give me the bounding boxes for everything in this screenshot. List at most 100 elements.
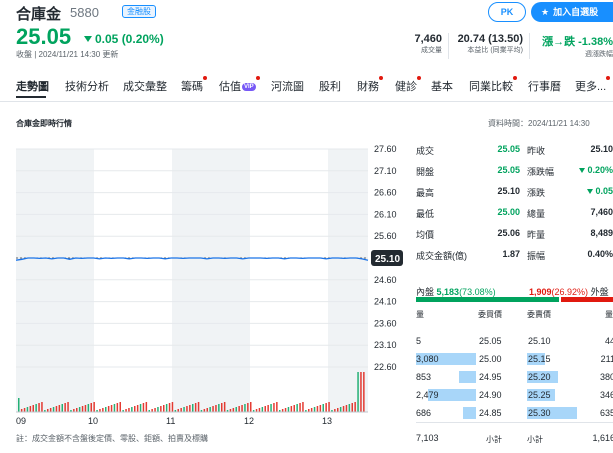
volume-bar <box>189 405 191 412</box>
volume-bar <box>313 407 316 412</box>
quote-value: 0.20% <box>566 165 613 175</box>
x-tick-label: 09 <box>16 416 26 426</box>
volume-bar <box>67 402 69 412</box>
volume-bar <box>250 402 252 412</box>
volume-bar <box>87 404 90 412</box>
volume-bar <box>351 403 353 412</box>
volume-bar <box>357 372 359 412</box>
ask-price: 25.25 <box>528 390 551 400</box>
volume-bar <box>38 403 40 412</box>
tab-bar: 走勢圖 技術分析 成交彙整 籌碼 估值 VIP 河流圖 股利 財務 健診 基本 同業比較 行事曆 更多..… <box>16 76 613 102</box>
tab-item[interactable]: 估值 VIP <box>219 76 260 94</box>
price-change-text: 0.05 (0.20%) <box>95 32 164 46</box>
volume-bar <box>29 406 32 412</box>
quote-value: 25.05 <box>497 165 520 175</box>
volume-bar <box>142 403 145 412</box>
tab-item[interactable]: 行事曆 <box>528 78 561 94</box>
stock-code: 5880 <box>70 5 99 20</box>
volume-bar <box>163 405 165 412</box>
down-arrow-icon <box>579 168 586 173</box>
volume-bar <box>241 405 243 412</box>
bid-qty: 3,080 <box>416 354 439 364</box>
inner-value: 5,183 <box>436 287 460 297</box>
volume-bar <box>105 407 107 412</box>
tab-item[interactable]: 基本 <box>431 78 453 94</box>
tab-label: 籌碼 <box>181 81 203 93</box>
tab-label: 基本 <box>431 81 453 93</box>
tab-item[interactable]: 河流圖 <box>271 78 304 94</box>
tab-item[interactable]: 更多... <box>575 76 611 94</box>
ask-total: 1,616 <box>592 433 613 443</box>
volume-bar <box>93 402 95 412</box>
quote-row: 成交 25.05 昨收 25.10 <box>416 144 613 165</box>
volume-bar <box>342 406 345 412</box>
volume-bar <box>35 404 37 412</box>
order-book-divider <box>416 422 613 423</box>
stat-volume-value: 7,460 <box>414 33 442 45</box>
tab-item[interactable]: 股利 <box>319 78 341 94</box>
bid-subtotal-label: 小計 <box>486 435 502 444</box>
volume-bar <box>238 406 240 412</box>
volume-bar <box>23 408 26 412</box>
volume-bar <box>328 402 330 412</box>
tab-item[interactable]: 健診 <box>395 76 421 94</box>
quote-value: 25.10 <box>497 186 520 196</box>
sector-tag[interactable]: 金融股 <box>122 5 156 18</box>
price-change: 0.05 (0.20%) <box>84 32 164 46</box>
volume-bar <box>157 407 159 412</box>
current-price: 25.05 <box>16 24 72 49</box>
volume-bar <box>319 405 322 412</box>
ask-subtotal-label: 小計 <box>527 435 543 444</box>
tab-item[interactable]: 成交彙整 <box>123 78 167 94</box>
volume-bar <box>215 405 217 412</box>
volume-bar <box>110 405 113 412</box>
volume-bar <box>247 403 249 412</box>
add-watchlist-button[interactable]: ★ 加入自選股 <box>531 2 613 22</box>
ask-price: 25.30 <box>528 408 551 418</box>
bid-volume-bar <box>463 407 476 419</box>
tab-item[interactable]: 籌碼 <box>181 76 207 94</box>
volume-bar <box>186 406 188 412</box>
intraday-chart[interactable]: 27.60 27.10 26.60 26.10 25.60 25.10 24.60 24.10… <box>16 144 411 444</box>
tab-item[interactable]: 同業比較 <box>469 76 517 94</box>
x-tick-label: 13 <box>322 416 332 426</box>
tab-item[interactable]: 財務 <box>357 76 383 94</box>
volume-bar <box>360 372 362 412</box>
quote-row: 最高 25.10 漲跌 0.05 <box>416 186 613 207</box>
volume-bar <box>293 405 295 412</box>
volume-bar <box>339 407 342 412</box>
inner-label: 內盤 <box>416 287 435 297</box>
x-tick-label: 12 <box>244 416 254 426</box>
volume-bar <box>64 403 66 412</box>
section-title: 合庫金即時行情 <box>16 119 72 128</box>
tab-label: 行事曆 <box>528 81 561 93</box>
bid-qty: 2,479 <box>416 390 439 400</box>
y-tick-label: 27.10 <box>374 166 397 176</box>
ask-qty: 211 <box>600 354 613 364</box>
quote-label: 成交 <box>416 146 435 156</box>
quote-value: 0.40% <box>587 249 613 259</box>
pk-button[interactable]: PK <box>488 2 526 22</box>
stat-weekly-value: 漲→跌 -1.38% <box>542 36 613 48</box>
data-time: 資料時間：2024/11/21 14:30 <box>488 119 590 128</box>
quote-value: 1.87 <box>502 249 520 259</box>
quote-label: 均價 <box>416 230 435 240</box>
tab-item[interactable]: 技術分析 <box>65 78 109 94</box>
quote-value: 25.06 <box>497 228 520 238</box>
quote-label: 最高 <box>416 188 435 198</box>
x-tick-label: 10 <box>88 416 98 426</box>
tab-divider <box>0 101 613 102</box>
outer-pct: (26.92%) <box>551 287 589 297</box>
tab-label: 同業比較 <box>469 81 513 93</box>
quote-value: 25.05 <box>497 144 520 154</box>
volume-bar <box>145 402 148 412</box>
volume-bar <box>197 402 200 412</box>
quote-row: 均價 25.06 昨量 8,489 <box>416 228 613 249</box>
volume-bar <box>206 408 208 412</box>
volume-bar <box>180 408 182 412</box>
tab-item[interactable]: 走勢圖 <box>16 78 49 94</box>
quote-label: 振幅 <box>527 251 546 261</box>
volume-bar <box>316 406 319 412</box>
inner-pct: (73.08%) <box>459 287 496 297</box>
update-status: 收盤 | 2024/11/21 14:30 更新 <box>16 50 119 59</box>
